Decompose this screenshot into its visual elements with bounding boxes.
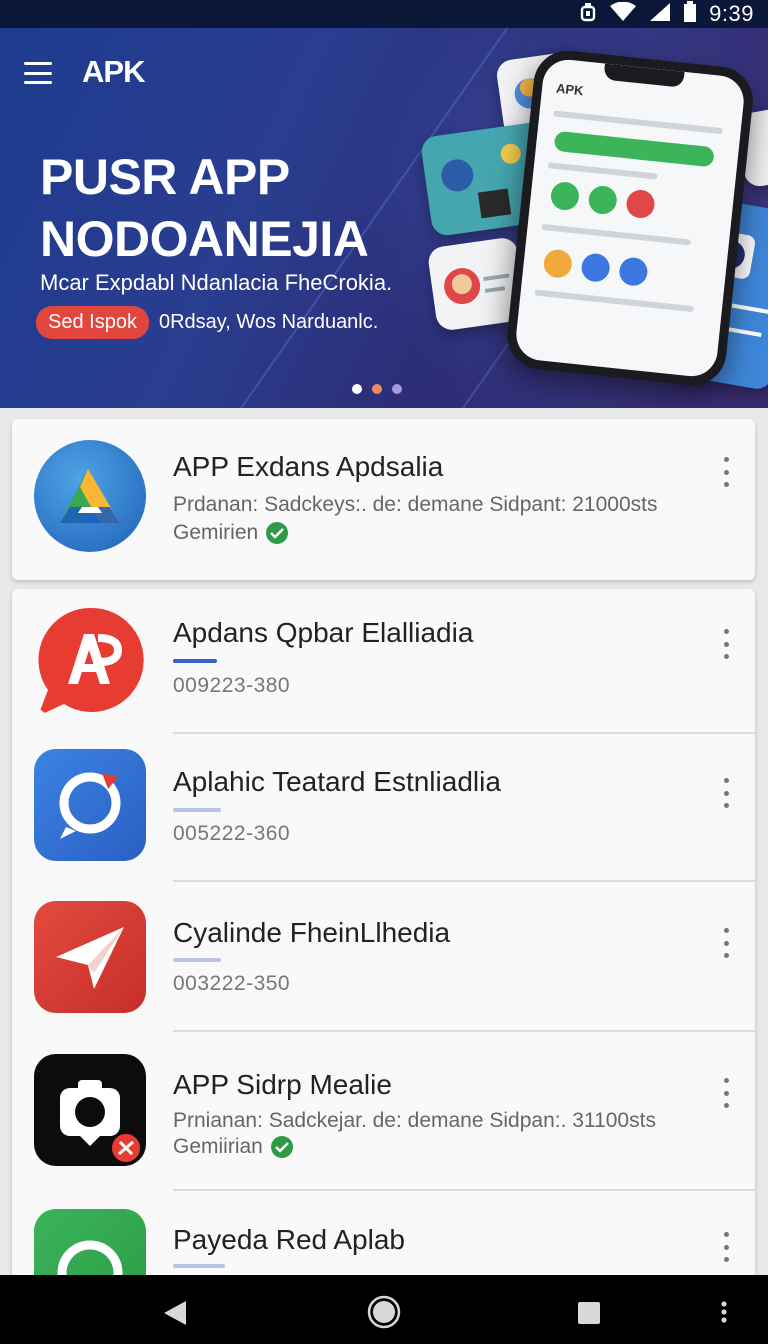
ap-bubble-icon (34, 604, 146, 716)
verified-icon (270, 1136, 293, 1158)
menu-button[interactable] (24, 62, 52, 84)
app-code: 009223-380 (173, 674, 291, 697)
chat-ring-icon (34, 749, 146, 861)
carousel-indicator (352, 384, 402, 394)
hero-note: 0Rdsay, Wos Narduanlc. (158, 311, 379, 333)
wifi-icon (609, 1, 637, 27)
app-name[interactable]: APP Exdans Apdsalia (173, 451, 443, 483)
overflow-icon[interactable] (720, 1301, 728, 1328)
paper-plane-icon (34, 901, 146, 1013)
list-item[interactable]: Apdans Qpbar Elalliadia 009223-380 (12, 589, 755, 734)
app-meta: Gemiirian (173, 1135, 293, 1159)
divider (173, 880, 755, 882)
progress-bar (173, 1264, 225, 1268)
carousel-dot[interactable] (372, 384, 382, 394)
progress-bar (173, 659, 217, 663)
verified-icon (266, 522, 289, 544)
divider (173, 1030, 755, 1032)
carousel-dot[interactable] (392, 384, 402, 394)
hero-banner[interactable]: APK PUSR APP NODOANEJIA Mcar Expdabl Nda… (0, 28, 768, 408)
battery-icon (683, 0, 697, 28)
brand-logo: APK (82, 54, 145, 89)
list-item[interactable]: APP Sidrp Mealie Prnianan: Sadckejar. de… (12, 1034, 755, 1192)
recents-icon[interactable] (577, 1301, 601, 1330)
more-options-button[interactable] (716, 778, 736, 808)
app-list: Apdans Qpbar Elalliadia 009223-380 Aplah… (12, 589, 755, 1289)
phone-mockup: APK (503, 47, 757, 389)
hero-cta-row: Sed Ispok 0Rdsay, Wos Narduanlc. (36, 306, 378, 339)
camera-icon (34, 1054, 146, 1166)
clock: 9:39 (709, 1, 754, 26)
carousel-dot[interactable] (352, 384, 362, 394)
list-item[interactable]: Aplahic Teatard Estnliadlia 005222-360 (12, 734, 755, 884)
hero-title: PUSR APP NODOANEJIA (40, 149, 369, 267)
app-name[interactable]: APP Sidrp Mealie (173, 1069, 392, 1101)
more-options-button[interactable] (716, 1232, 736, 1262)
alarm-icon (579, 2, 597, 27)
developer-label: Gemirien (173, 521, 259, 544)
featured-app-card[interactable]: APP Exdans Apdsalia Prdanan: Sadckeys:. … (12, 419, 755, 580)
more-options-button[interactable] (716, 629, 736, 659)
app-meta: Gemirien (173, 521, 289, 545)
app-description: Prdanan: Sadckeys:. de: demane Sidpant: … (173, 493, 658, 516)
app-name[interactable]: Payeda Red Aplab (173, 1224, 405, 1256)
hero-subtitle: Mcar Expdabl Ndanlacia FheCrokia. (40, 270, 393, 295)
progress-bar (173, 958, 221, 962)
back-icon[interactable] (162, 1299, 188, 1332)
triangle-logo-icon (34, 440, 146, 552)
more-options-button[interactable] (716, 928, 736, 958)
app-name[interactable]: Cyalinde FheinLlhedia (173, 917, 450, 949)
cta-button[interactable]: Sed Ispok (36, 306, 149, 339)
app-description: Prnianan: Sadckejar. de: demane Sidpan:.… (173, 1109, 656, 1132)
list-item[interactable]: Cyalinde FheinLlhedia 003222-350 (12, 884, 755, 1034)
home-icon[interactable] (367, 1295, 401, 1334)
app-code: 003222-350 (173, 972, 291, 995)
more-options-button[interactable] (716, 457, 736, 487)
app-code: 005222-360 (173, 822, 291, 845)
divider (173, 1189, 755, 1191)
progress-bar (173, 808, 221, 812)
developer-label: Gemiirian (173, 1135, 263, 1158)
system-nav-bar (0, 1275, 768, 1344)
app-name[interactable]: Apdans Qpbar Elalliadia (173, 617, 473, 649)
signal-icon (649, 2, 671, 27)
phone-brand: APK (555, 80, 585, 99)
more-options-button[interactable] (716, 1078, 736, 1108)
app-name[interactable]: Aplahic Teatard Estnliadlia (173, 766, 501, 798)
status-bar: 9:39 (0, 0, 768, 28)
